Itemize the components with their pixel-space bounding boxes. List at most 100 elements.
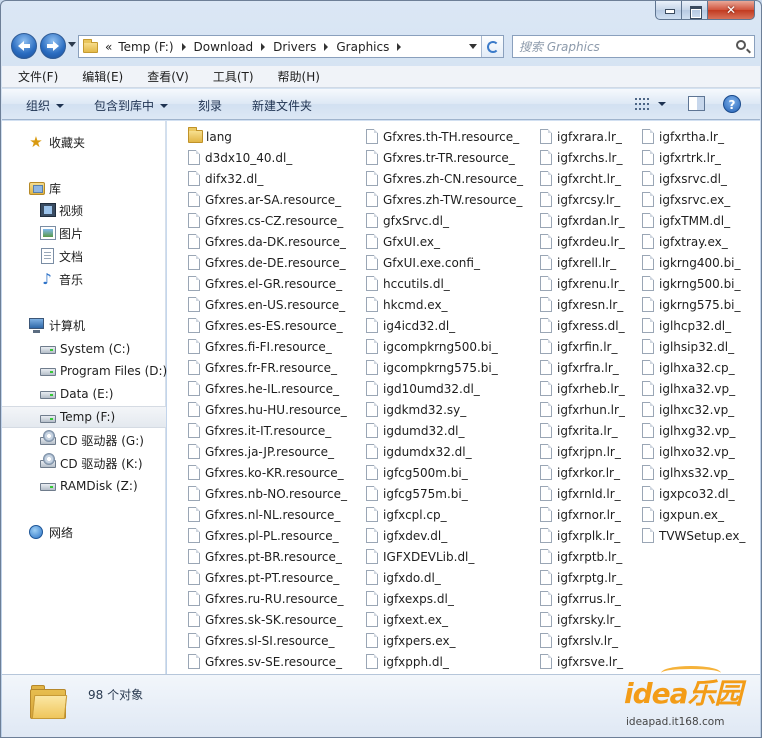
menu-view[interactable]: 查看(V) <box>131 68 197 85</box>
file-item[interactable]: Gfxres.sl-SI.resource_ <box>188 630 335 651</box>
file-item[interactable]: igfxdev.dl_ <box>366 525 447 546</box>
address-bar[interactable]: « Temp (F:) Download Drivers Graphics <box>78 35 504 58</box>
sidebar-item-drive-k[interactable]: CD 驱动器 (K:) <box>2 452 166 474</box>
file-item[interactable]: ig4icd32.dl_ <box>366 315 455 336</box>
file-item[interactable]: igfcg575m.bi_ <box>366 483 468 504</box>
file-item[interactable]: igfxrjpn.lr_ <box>540 441 621 462</box>
search-box[interactable] <box>512 35 755 58</box>
file-item[interactable]: igfxrchs.lr_ <box>540 147 622 168</box>
file-item[interactable]: difx32.dl_ <box>188 168 263 189</box>
file-item[interactable]: Gfxres.pt-BR.resource_ <box>188 546 342 567</box>
change-view-icon[interactable] <box>635 98 649 110</box>
file-item[interactable]: Gfxres.en-US.resource_ <box>188 294 345 315</box>
sidebar-item-network[interactable]: 网络 <box>2 521 166 543</box>
file-item[interactable]: igfxrheb.lr_ <box>540 378 625 399</box>
file-item[interactable]: igfxrsve.lr_ <box>540 651 623 672</box>
file-item[interactable]: Gfxres.he-IL.resource_ <box>188 378 339 399</box>
file-item[interactable]: Gfxres.ko-KR.resource_ <box>188 462 344 483</box>
file-item[interactable]: igfxrita.lr_ <box>540 420 618 441</box>
menu-file[interactable]: 文件(F) <box>2 68 66 85</box>
include-in-library-button[interactable]: 包含到库中 <box>94 97 169 114</box>
recent-pages-dropdown-icon[interactable] <box>68 42 76 47</box>
sidebar-item-favorites[interactable]: ★ 收藏夹 <box>2 131 166 153</box>
file-item[interactable]: igdkmd32.sy_ <box>366 399 466 420</box>
file-item[interactable]: igfxrnld.lr_ <box>540 483 621 504</box>
sidebar-item-music[interactable]: ♪ 音乐 <box>2 268 166 290</box>
file-item[interactable]: iglhsip32.dl_ <box>642 336 734 357</box>
file-item[interactable]: igfxresn.lr_ <box>540 294 623 315</box>
menu-help[interactable]: 帮助(H) <box>262 68 328 85</box>
sidebar-item-computer[interactable]: 计算机 <box>2 314 166 336</box>
menu-tools[interactable]: 工具(T) <box>197 68 262 85</box>
file-item[interactable]: igfxsrvc.dl_ <box>642 168 727 189</box>
sidebar-item-drive-z[interactable]: RAMDisk (Z:) <box>2 475 166 497</box>
file-item[interactable]: igfxrara.lr_ <box>540 126 622 147</box>
file-item[interactable]: Gfxres.zh-CN.resource_ <box>366 168 523 189</box>
file-item[interactable]: iglhxs32.vp_ <box>642 462 734 483</box>
sidebar-item-drive-g[interactable]: CD 驱动器 (G:) <box>2 429 166 451</box>
minimize-button[interactable] <box>655 1 682 20</box>
file-item[interactable]: Gfxres.zh-TW.resource_ <box>366 189 522 210</box>
maximize-button[interactable] <box>682 1 708 20</box>
chevron-right-icon[interactable] <box>324 42 329 51</box>
file-item[interactable]: igfxrplk.lr_ <box>540 525 620 546</box>
file-item[interactable]: Gfxres.ar-SA.resource_ <box>188 189 341 210</box>
file-item[interactable]: Gfxres.sk-SK.resource_ <box>188 609 342 630</box>
file-item[interactable]: Gfxres.pl-PL.resource_ <box>188 525 339 546</box>
file-item[interactable]: igdumdx32.dl_ <box>366 441 472 462</box>
file-item[interactable]: Gfxres.fr-FR.resource_ <box>188 357 337 378</box>
file-item[interactable]: igfxTMM.dl_ <box>642 210 730 231</box>
view-options-dropdown-icon[interactable] <box>658 102 666 106</box>
file-item[interactable]: Gfxres.tr-TR.resource_ <box>366 147 515 168</box>
address-history-dropdown-icon[interactable] <box>469 44 477 49</box>
file-item[interactable]: igfxdo.dl_ <box>366 567 441 588</box>
file-item[interactable]: Gfxres.es-ES.resource_ <box>188 315 343 336</box>
sidebar-item-pictures[interactable]: 图片 <box>2 222 166 244</box>
file-item[interactable]: Gfxres.da-DK.resource_ <box>188 231 346 252</box>
file-item[interactable]: iglhxa32.cp_ <box>642 357 735 378</box>
file-item[interactable]: igfxrtha.lr_ <box>642 126 724 147</box>
file-item[interactable]: igd10umd32.dl_ <box>366 378 480 399</box>
file-item[interactable]: Gfxres.nb-NO.resource_ <box>188 483 347 504</box>
file-item[interactable]: iglhcp32.dl_ <box>642 315 731 336</box>
file-item[interactable]: igfxrslv.lr_ <box>540 630 618 651</box>
search-input[interactable] <box>519 39 729 54</box>
file-item[interactable]: hccutils.dl_ <box>366 273 450 294</box>
file-item[interactable]: GfxUI.exe.confi_ <box>366 252 480 273</box>
file-item[interactable]: igfxexps.dl_ <box>366 588 454 609</box>
file-item[interactable]: Gfxres.hu-HU.resource_ <box>188 399 347 420</box>
file-item[interactable]: iglhxo32.vp_ <box>642 441 735 462</box>
file-item[interactable]: gfxSrvc.dl_ <box>366 210 449 231</box>
file-item[interactable]: igkrng500.bi_ <box>642 273 741 294</box>
breadcrumb-graphics[interactable]: Graphics <box>336 40 409 54</box>
help-icon[interactable]: ? <box>723 95 741 113</box>
file-item[interactable]: igfcg500m.bi_ <box>366 462 468 483</box>
file-item[interactable]: iglhxa32.vp_ <box>642 378 735 399</box>
file-item[interactable]: igfxext.ex_ <box>366 609 448 630</box>
forward-button[interactable] <box>40 33 66 59</box>
file-item[interactable]: igfxrenu.lr_ <box>540 273 625 294</box>
file-item[interactable]: igxpco32.dl_ <box>642 483 735 504</box>
file-item[interactable]: igxpun.ex_ <box>642 504 724 525</box>
file-item[interactable]: igfxrdeu.lr_ <box>540 231 625 252</box>
file-item[interactable]: igfxrhun.lr_ <box>540 399 625 420</box>
refresh-button[interactable] <box>481 36 503 57</box>
chevron-right-icon[interactable] <box>397 42 402 51</box>
file-item[interactable]: Gfxres.nl-NL.resource_ <box>188 504 340 525</box>
file-item[interactable]: igfxrsky.lr_ <box>540 609 620 630</box>
file-item[interactable]: Gfxres.th-TH.resource_ <box>366 126 519 147</box>
breadcrumb-temp[interactable]: Temp (F:) <box>118 40 193 54</box>
chevron-right-icon[interactable] <box>261 42 266 51</box>
close-button[interactable]: ✕ <box>708 1 755 20</box>
file-item[interactable]: igfxrdan.lr_ <box>540 210 625 231</box>
folder-item[interactable]: lang <box>188 126 232 147</box>
file-item[interactable]: igfxrptb.lr_ <box>540 546 622 567</box>
organize-button[interactable]: 组织 <box>26 97 65 114</box>
sidebar-item-drive-d[interactable]: Program Files (D:) <box>2 360 167 382</box>
file-item[interactable]: d3dx10_40.dl_ <box>188 147 292 168</box>
file-item[interactable]: igkrng400.bi_ <box>642 252 741 273</box>
file-item[interactable]: igfxrrus.lr_ <box>540 588 621 609</box>
file-item[interactable]: GfxUI.ex_ <box>366 231 440 252</box>
file-item[interactable]: igfxress.dl_ <box>540 315 625 336</box>
file-item[interactable]: igfxtray.ex_ <box>642 231 728 252</box>
